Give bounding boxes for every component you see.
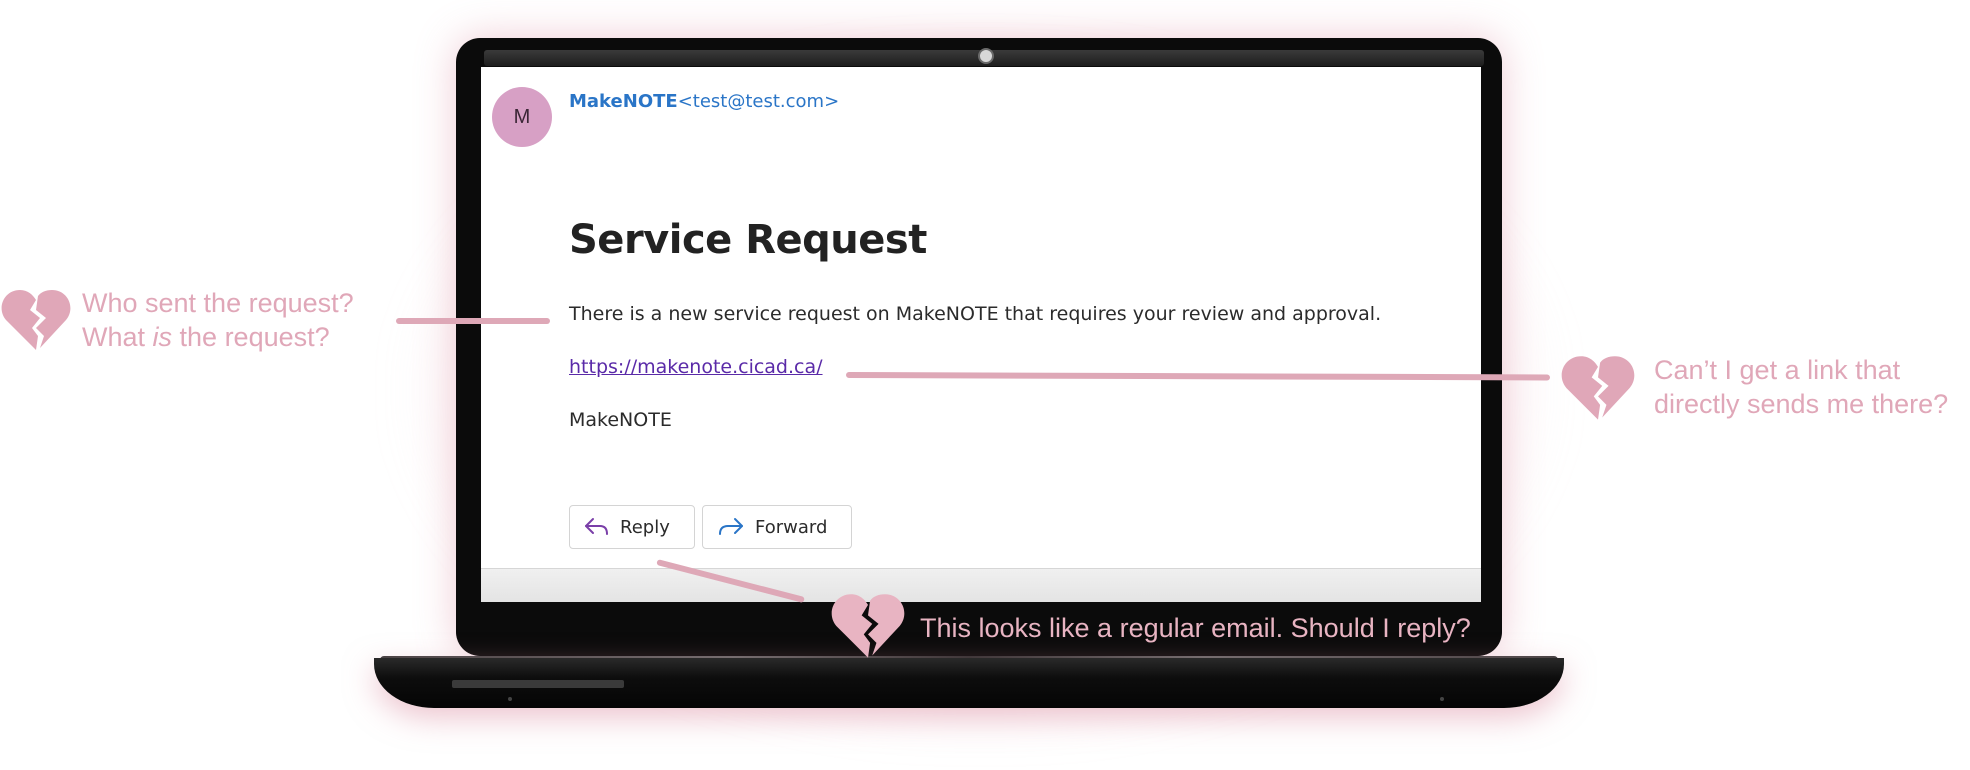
email-screen: M MakeNOTE<test@test.com> Service Reques… xyxy=(481,67,1481,602)
forward-button[interactable]: Forward xyxy=(702,505,852,549)
broken-heart-icon xyxy=(1,290,71,350)
email-subject: Service Request xyxy=(569,217,927,263)
sender-email[interactable]: <test@test.com> xyxy=(678,91,839,112)
screen-footer-bar xyxy=(481,568,1481,602)
left-callout-emphasis: is xyxy=(152,322,173,352)
sender-name[interactable]: MakeNOTE xyxy=(569,91,678,112)
sender-avatar: M xyxy=(492,87,552,147)
laptop-vent xyxy=(452,680,624,688)
camera-icon xyxy=(978,48,994,64)
bottom-callout: This looks like a regular email. Should … xyxy=(920,613,1471,643)
right-callout-line1: Can’t I get a link that xyxy=(1654,355,1901,385)
request-link[interactable]: https://makenote.cicad.ca/ xyxy=(569,356,823,378)
left-callout: Who sent the request? What is the reques… xyxy=(82,286,354,354)
sender-line: MakeNOTE<test@test.com> xyxy=(569,91,839,112)
left-callout-text: What xyxy=(82,322,153,352)
reply-label: Reply xyxy=(620,516,670,538)
reply-arrow-icon xyxy=(584,517,610,537)
left-callout-text: the request? xyxy=(172,322,330,352)
laptop-foot xyxy=(1440,697,1444,701)
left-connector-line xyxy=(396,318,550,324)
forward-arrow-icon xyxy=(717,517,745,537)
laptop-foot xyxy=(508,697,512,701)
broken-heart-icon xyxy=(1561,356,1635,420)
left-callout-line2: What is the request? xyxy=(82,320,354,354)
forward-label: Forward xyxy=(755,516,828,538)
reply-button[interactable]: Reply xyxy=(569,505,695,549)
email-body: There is a new service request on MakeNO… xyxy=(569,303,1382,325)
avatar-initial: M xyxy=(513,105,531,128)
left-callout-line1: Who sent the request? xyxy=(82,288,354,318)
broken-heart-icon xyxy=(831,594,905,658)
email-signature: MakeNOTE xyxy=(569,409,672,431)
right-callout-line2: directly sends me there? xyxy=(1654,389,1949,419)
right-callout: Can’t I get a link that directly sends m… xyxy=(1654,353,1948,421)
